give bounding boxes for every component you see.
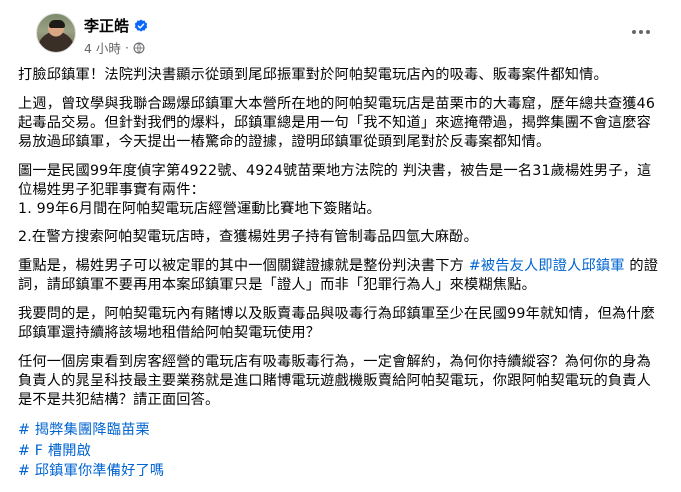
paragraph-text: 圖一是民國99年度偵字第4922號、4924號苗栗地方法院的 判決書，被告是一名…	[18, 163, 652, 198]
author-row: 李正皓	[84, 15, 148, 36]
post-paragraph: 上週，曾玟學與我聯合踢爆邱鎮軍大本營所在地的阿帕契電玩店是苗栗市的大毒窟，歷年總…	[18, 96, 656, 150]
globe-icon	[133, 42, 145, 53]
hashtag-list: # 揭弊集團降臨苗栗 # F 槽開啟 # 邱鎮軍你準備好了嗎	[18, 420, 663, 482]
more-options-icon[interactable]	[625, 16, 657, 48]
paragraph-text: 1. 99年6月間在阿帕契電玩店經營運動比賽地下簽賭站。	[18, 201, 381, 217]
post-paragraph: 任何一個房東看到房客經營的電玩店有吸毒販毒行為，一定會解約，為何你持續縱容？為何…	[18, 354, 652, 408]
post-body: 打臉邱鎮軍！法院判決書顯示從頭到尾邱振軍對於阿帕契電玩店內的吸毒、販毒案件都知情…	[18, 66, 663, 482]
hashtag-link[interactable]: # 邱鎮軍你準備好了嗎	[18, 463, 164, 479]
post-paragraph: 打臉邱鎮軍！法院判決書顯示從頭到尾邱振軍對於阿帕契電玩店內的吸毒、販毒案件都知情…	[18, 67, 608, 83]
avatar[interactable]	[36, 13, 76, 53]
post-meta: 4 小時 ·	[84, 38, 145, 57]
hashtag-link[interactable]: # 揭弊集團降臨苗栗	[18, 422, 150, 438]
hashtag-link[interactable]: #被告友人即證人邱鎮軍	[469, 258, 625, 274]
verified-badge-icon	[134, 19, 148, 32]
post-header: 李正皓 4 小時 ·	[18, 0, 663, 66]
hashtag-link[interactable]: # F 槽開啟	[18, 443, 91, 459]
author-name[interactable]: 李正皓	[84, 15, 129, 36]
post-paragraph: 我要問的是，阿帕契電玩內有賭博以及販賣毒品與吸毒行為邱鎮軍至少在民國99年就知情…	[18, 306, 656, 341]
post-paragraph: 圖一是民國99年度偵字第4922號、4924號苗栗地方法院的 判決書，被告是一名…	[18, 162, 663, 219]
facebook-post: 李正皓 4 小時 · 打臉邱鎮軍！法院判決書顯示從頭到尾邱振軍對於阿帕契電玩店內…	[0, 0, 681, 492]
paragraph-text: 重點是，楊姓男子可以被定罪的其中一個關鍵證據就是整份判決書下方	[18, 258, 469, 274]
post-paragraph: 重點是，楊姓男子可以被定罪的其中一個關鍵證據就是整份判決書下方 #被告友人即證人…	[18, 257, 663, 295]
post-time[interactable]: 4 小時	[84, 38, 121, 57]
meta-separator: ·	[124, 40, 129, 55]
post-paragraph: 2.在警方搜索阿帕契電玩店時，查獲楊姓男子持有管制毒品四氫大麻酚。	[18, 229, 478, 245]
